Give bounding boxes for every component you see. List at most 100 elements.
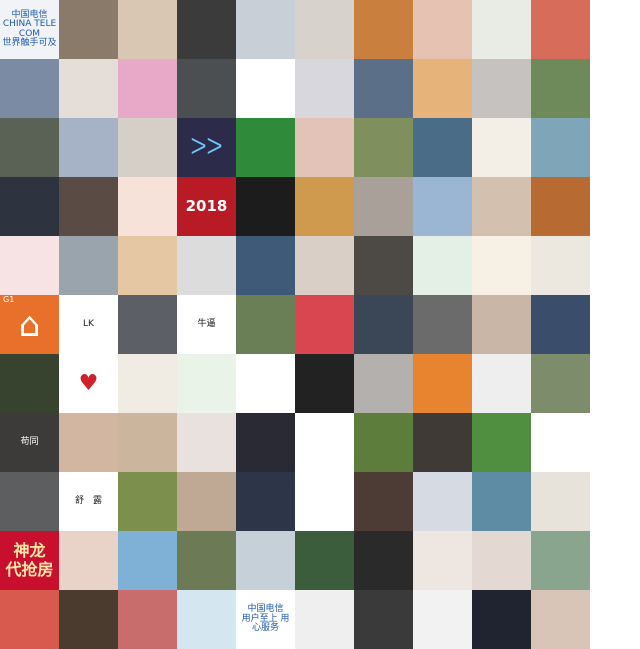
tile-photo-selfie[interactable] [413, 0, 472, 59]
tile-photo-tea[interactable] [236, 295, 295, 354]
tile-photo-room[interactable] [177, 59, 236, 118]
tile-logo-green-cube[interactable] [413, 236, 472, 295]
tile-photo-man-window[interactable] [177, 236, 236, 295]
tile-calligraphy[interactable]: 舒 露 [59, 472, 118, 531]
tile-photo-figures[interactable] [354, 177, 413, 236]
tile-cartoon-penguin[interactable] [531, 413, 590, 472]
tile-photo-hair[interactable] [472, 177, 531, 236]
tile-photo-braid[interactable] [531, 236, 590, 295]
tile-photo-woman-art[interactable] [59, 177, 118, 236]
tile-photo-sea[interactable] [531, 118, 590, 177]
tile-photo-kid-bow[interactable] [59, 531, 118, 590]
tile-photo-man-hat[interactable] [531, 354, 590, 413]
tile-photo-long-hair[interactable] [413, 295, 472, 354]
tile-photo-portrait[interactable] [59, 0, 118, 59]
tile-photo-kimono[interactable] [59, 118, 118, 177]
tile-red-banner[interactable]: 神龙 代抢房 [0, 531, 59, 590]
tile-photo-statue[interactable] [531, 531, 590, 590]
tile-photo-man-closeup[interactable] [354, 590, 413, 649]
tile-photo-monkey-king[interactable] [531, 177, 590, 236]
tile-photo-woman[interactable] [295, 0, 354, 59]
tile-photo-pastry[interactable] [295, 177, 354, 236]
tile-photo-night[interactable] [472, 590, 531, 649]
tile-photo-window[interactable] [0, 118, 59, 177]
tile-photo-man-desk[interactable] [0, 177, 59, 236]
tile-photo-bunny-ears[interactable] [354, 118, 413, 177]
tile-logo-zigzag[interactable]: ᐳᐳ [177, 118, 236, 177]
tile-photo-man-suit[interactable] [118, 295, 177, 354]
tile-photo-sunglasses-girl[interactable] [118, 590, 177, 649]
tile-photo-clouds[interactable] [59, 236, 118, 295]
tile-photo-road[interactable] [354, 59, 413, 118]
tile-2018-banner[interactable]: 2018 [177, 177, 236, 236]
tile-photo-cat[interactable] [354, 0, 413, 59]
tile-photo-pier[interactable] [236, 531, 295, 590]
tile-photo-doll[interactable] [413, 59, 472, 118]
tile-photo-crowd[interactable] [295, 531, 354, 590]
tile-photo-clothes[interactable] [413, 590, 472, 649]
tile-photo-black-cat[interactable] [236, 177, 295, 236]
tile-handwriting[interactable] [236, 354, 295, 413]
tile-photo-car[interactable] [413, 472, 472, 531]
tile-photo-mountains[interactable] [413, 118, 472, 177]
tile-house-logo[interactable]: ⌂ G1 [0, 295, 59, 354]
tile-photo-shiba[interactable] [354, 413, 413, 472]
tile-photo-costume[interactable] [0, 59, 59, 118]
tile-photo-toy[interactable] [531, 0, 590, 59]
tile-photo-umbrella[interactable] [295, 59, 354, 118]
tile-photo-field[interactable] [413, 177, 472, 236]
tile-photo-man-blue[interactable] [236, 236, 295, 295]
tile-photo-tree[interactable] [118, 472, 177, 531]
tile-lk-text[interactable]: LK [59, 295, 118, 354]
tile-photo-couple[interactable] [177, 0, 236, 59]
tile-photo-fruit[interactable] [177, 354, 236, 413]
tile-photo-family[interactable] [177, 531, 236, 590]
tile-photo-lake[interactable] [472, 472, 531, 531]
tile-photo-illustration[interactable] [472, 236, 531, 295]
tile-photo-girl[interactable] [472, 295, 531, 354]
tile-photo-panda[interactable] [236, 118, 295, 177]
tile-photo-pink-pig[interactable] [118, 59, 177, 118]
tile-photo-dog[interactable] [354, 236, 413, 295]
tile-photo-kitten[interactable] [118, 236, 177, 295]
tile-photo-girl-bangs[interactable] [413, 531, 472, 590]
tile-photo-cartoon-bald[interactable] [59, 590, 118, 649]
tile-photo-dark-man[interactable] [354, 531, 413, 590]
tile-photo-dogs[interactable] [295, 472, 354, 531]
tile-photo-pink-sketch[interactable] [118, 177, 177, 236]
tile-cartoon-mario[interactable] [472, 413, 531, 472]
tile-photo-woman-face[interactable] [177, 472, 236, 531]
tile-photo-cat-hat[interactable] [413, 354, 472, 413]
tile-photo-doll-girl[interactable] [295, 236, 354, 295]
tile-photo-woman-coat[interactable] [295, 590, 354, 649]
tile-photo-man-coat[interactable] [354, 472, 413, 531]
tile-photo-woman-smile[interactable] [354, 354, 413, 413]
tile-photo-bird[interactable] [0, 472, 59, 531]
tile-hand-text[interactable]: 苟同 [0, 413, 59, 472]
tile-china-telecom-logo[interactable]: 中国电信 CHINA TELECOM 世界触手可及 [0, 0, 59, 59]
tile-photo-man-glasses[interactable] [531, 472, 590, 531]
tile-photo-boy-red[interactable] [0, 590, 59, 649]
tile-china-telecom-service[interactable]: 中国电信 用户至上 用心服务 [236, 590, 295, 649]
tile-photo-red-jacket[interactable] [236, 413, 295, 472]
tile-photo-man-sitting[interactable] [413, 413, 472, 472]
tile-photo-cat-face[interactable] [118, 413, 177, 472]
tile-photo-wedding[interactable] [472, 59, 531, 118]
tile-photo-bw-man[interactable] [472, 354, 531, 413]
tile-photo-boy[interactable] [531, 295, 590, 354]
tile-photo-portrait[interactable] [59, 59, 118, 118]
tile-stick-figure[interactable] [295, 413, 354, 472]
tile-photo-couple-selfie[interactable] [531, 590, 590, 649]
tile-photo-rain[interactable] [531, 59, 590, 118]
tile-photo-hand-toy[interactable] [295, 118, 354, 177]
tile-photo-woman-pink[interactable] [472, 531, 531, 590]
tile-photo-girl-sofa[interactable] [177, 413, 236, 472]
tile-photo-flowers[interactable] [118, 118, 177, 177]
tile-photo-anime-girl[interactable] [472, 118, 531, 177]
tile-blank[interactable] [236, 59, 295, 118]
tile-photo-bear[interactable] [236, 472, 295, 531]
tile-photo-cartoon[interactable] [472, 0, 531, 59]
tile-cartoon-sunglasses[interactable]: 牛逼 [177, 295, 236, 354]
tile-photo-woman-tree[interactable] [0, 354, 59, 413]
tile-photo-man-dark[interactable] [295, 354, 354, 413]
